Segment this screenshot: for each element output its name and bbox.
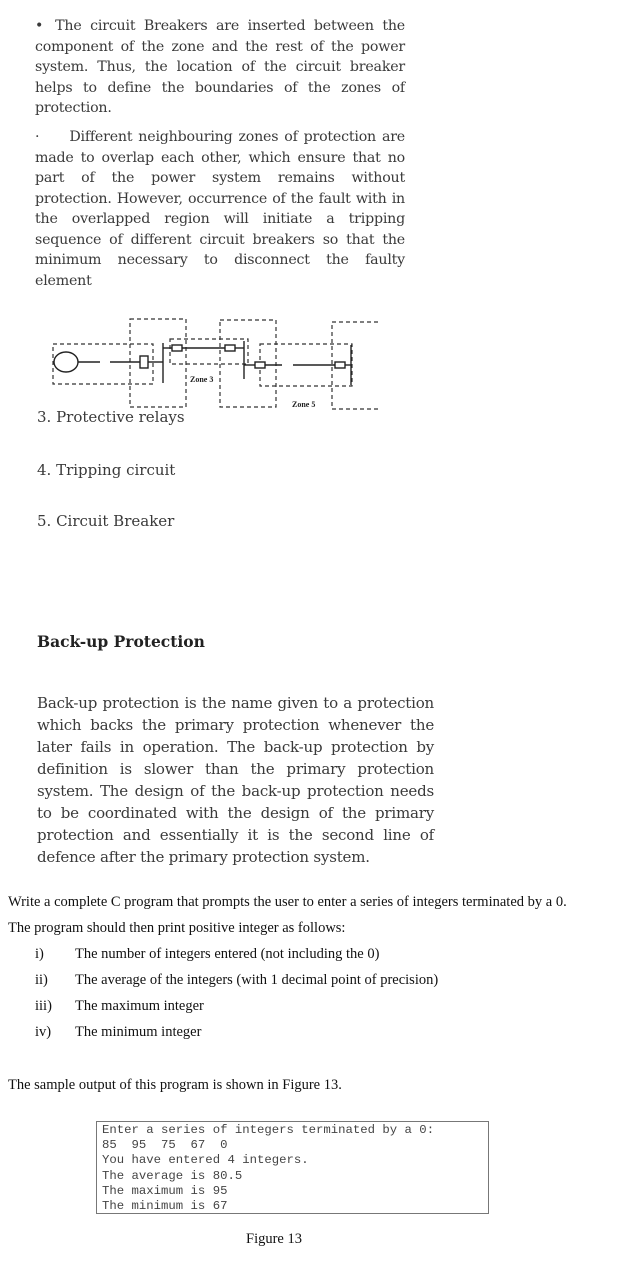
item-number: ii)	[35, 972, 48, 988]
item-text: The minimum integer	[75, 1024, 202, 1040]
list-item: 4. Tripping circuit	[37, 461, 176, 479]
paragraph-text: Different neighbouring zones of protecti…	[35, 129, 405, 289]
breaker-icon	[334, 361, 346, 369]
output-line: Enter a series of integers terminated by…	[102, 1123, 435, 1137]
protection-zones-diagram: Zone 3 Zone 5	[52, 318, 380, 410]
figure-caption: Figure 13	[246, 1231, 302, 1247]
output-line: The minimum is 67	[102, 1199, 228, 1214]
list-item: 3. Protective relays	[37, 408, 185, 426]
breaker-icon	[139, 355, 149, 369]
section-heading: Back-up Protection	[37, 632, 205, 651]
output-line: The maximum is 95	[102, 1183, 228, 1198]
requirement-item: iii) The maximum integer	[35, 998, 204, 1015]
output-line: 85 95 75 67 0	[102, 1138, 228, 1153]
question-line: Write a complete C program that prompts …	[8, 894, 567, 910]
item-number: i)	[35, 946, 44, 962]
item-number: iv)	[35, 1024, 52, 1040]
zone-2-boundary	[129, 318, 187, 408]
list-item: 5. Circuit Breaker	[37, 512, 175, 530]
bullet: •	[35, 18, 44, 34]
output-line: You have entered 4 integers.	[102, 1153, 309, 1168]
breaker-icon	[171, 344, 183, 352]
item-text: The average of the integers (with 1 deci…	[75, 972, 439, 988]
sample-output-box: Enter a series of integers terminated by…	[96, 1121, 489, 1214]
paragraph-text: The circuit Breakers are inserted betwee…	[35, 18, 405, 116]
question-line: The program should then print positive i…	[8, 920, 346, 936]
item-text: The number of integers entered (not incl…	[75, 946, 380, 962]
generator-icon	[53, 351, 79, 373]
zone-label: Zone 5	[292, 400, 315, 409]
bullet: ·	[35, 129, 40, 145]
backup-paragraph: Back-up protection is the name given to …	[37, 694, 434, 866]
zone-1-boundary	[52, 343, 154, 385]
requirement-item: i) The number of integers entered (not in…	[35, 946, 379, 963]
paragraph-overlapping-zones: · Different neighbouring zones of protect…	[35, 127, 405, 291]
requirement-item: ii) The average of the integers (with 1 d…	[35, 972, 438, 989]
zone-label: Zone 3	[190, 375, 213, 384]
item-number: iii)	[35, 998, 52, 1014]
output-line: The average is 80.5	[102, 1168, 243, 1183]
paragraph-circuit-breakers: • The circuit Breakers are inserted betwe…	[35, 16, 405, 119]
requirement-item: iv) The minimum integer	[35, 1024, 201, 1041]
item-text: The maximum integer	[75, 998, 204, 1014]
breaker-icon	[224, 344, 236, 352]
breaker-icon	[254, 361, 266, 369]
sample-intro: The sample output of this program is sho…	[8, 1077, 342, 1093]
